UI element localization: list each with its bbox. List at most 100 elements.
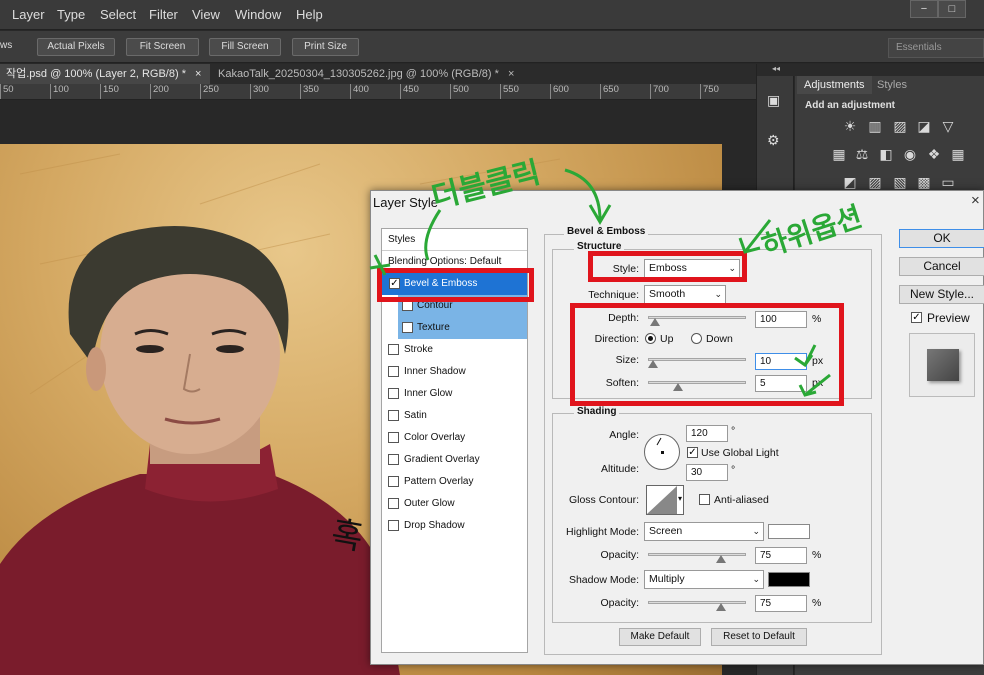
exposure-icon[interactable]: ◪ xyxy=(915,118,933,134)
anti-aliased-checkbox[interactable] xyxy=(699,494,710,505)
tab-styles[interactable]: Styles xyxy=(870,76,914,94)
tab-kakaotalk[interactable]: KakaoTalk_20250304_130305262.jpg @ 100% … xyxy=(212,64,530,84)
shadow-color-swatch[interactable] xyxy=(768,572,810,587)
new-style-button[interactable]: New Style... xyxy=(899,285,984,304)
color-overlay-checkbox[interactable] xyxy=(388,432,399,443)
menu-view[interactable]: View xyxy=(192,7,220,22)
levels-icon[interactable]: ▥ xyxy=(866,118,884,134)
style-gradient-overlay[interactable]: Gradient Overlay xyxy=(382,449,527,471)
shadow-opacity-label: Opacity: xyxy=(600,597,639,609)
style-pattern-overlay[interactable]: Pattern Overlay xyxy=(382,471,527,493)
channel-mixer-icon[interactable]: ❖ xyxy=(925,146,943,162)
menu-help[interactable]: Help xyxy=(296,7,323,22)
shadow-mode-value: Multiply xyxy=(649,573,685,585)
menu-window[interactable]: Window xyxy=(235,7,281,22)
shadow-mode-label: Shadow Mode: xyxy=(568,574,639,586)
highlight-mode-select[interactable]: Screen ⌄ xyxy=(644,522,764,541)
ruler-label: 750 xyxy=(703,84,719,95)
cancel-button[interactable]: Cancel xyxy=(899,257,984,276)
selective-color-icon[interactable]: ▩ xyxy=(915,174,933,190)
panel-heading: Add an adjustment xyxy=(805,100,896,111)
ruler-label: 450 xyxy=(403,84,419,95)
menu-select[interactable]: Select xyxy=(100,7,136,22)
angle-label: Angle: xyxy=(609,429,639,441)
style-satin[interactable]: Satin xyxy=(382,405,527,427)
make-default-button[interactable]: Make Default xyxy=(619,628,701,646)
shadow-mode-select[interactable]: Multiply ⌄ xyxy=(644,570,764,589)
angle-dial[interactable] xyxy=(644,434,680,470)
menu-bar: Layer Type Select Filter View Window Hel… xyxy=(0,0,984,30)
tab-active-document[interactable]: 작업.psd @ 100% (Layer 2, RGB/8) * × xyxy=(0,64,210,84)
style-drop-shadow[interactable]: Drop Shadow xyxy=(382,515,527,537)
style-outer-glow[interactable]: Outer Glow xyxy=(382,493,527,515)
shading-group xyxy=(552,413,872,623)
print-size-button[interactable]: Print Size xyxy=(292,38,359,56)
use-global-light-checkbox[interactable]: ✓ xyxy=(687,447,698,458)
posterize-icon[interactable]: ▨ xyxy=(866,174,884,190)
reset-default-button[interactable]: Reset to Default xyxy=(711,628,807,646)
shadow-opacity-thumb[interactable] xyxy=(716,603,726,611)
fit-screen-button[interactable]: Fit Screen xyxy=(126,38,199,56)
ruler-label: 400 xyxy=(353,84,369,95)
history-panel-icon[interactable]: ▣ xyxy=(767,92,785,110)
gradient-overlay-checkbox[interactable] xyxy=(388,454,399,465)
satin-checkbox[interactable] xyxy=(388,410,399,421)
black-white-icon[interactable]: ◧ xyxy=(877,146,895,162)
style-color-overlay[interactable]: Color Overlay xyxy=(382,427,527,449)
collapse-panels-icon[interactable]: ◂◂ xyxy=(757,64,795,76)
fill-screen-button[interactable]: Fill Screen xyxy=(209,38,281,56)
angle-input[interactable]: 120 xyxy=(686,425,728,442)
options-bar: ws Actual Pixels Fit Screen Fill Screen … xyxy=(0,31,984,63)
highlight-mode-label: Highlight Mode: xyxy=(566,526,639,538)
brightness-icon[interactable]: ☀ xyxy=(841,118,859,134)
workspace-switcher[interactable]: Essentials xyxy=(888,38,984,58)
angle-unit: ° xyxy=(731,425,736,437)
gradient-map-icon[interactable]: ▭ xyxy=(939,174,957,190)
style-item-label: Drop Shadow xyxy=(404,520,465,531)
ok-button[interactable]: OK xyxy=(899,229,984,248)
threshold-icon[interactable]: ▧ xyxy=(891,174,909,190)
tab-label: KakaoTalk_20250304_130305262.jpg @ 100% … xyxy=(218,68,499,80)
chevron-down-icon: ⌄ xyxy=(752,574,760,584)
options-partial-label: ws xyxy=(0,40,13,51)
gloss-contour-label: Gloss Contour: xyxy=(568,494,639,506)
menu-type[interactable]: Type xyxy=(57,7,85,22)
minimize-button[interactable]: − xyxy=(910,0,938,18)
curves-icon[interactable]: ▨ xyxy=(891,118,909,134)
chevron-down-icon: ▾ xyxy=(677,494,682,503)
vibrance-icon[interactable]: ▽ xyxy=(939,118,957,134)
horizontal-ruler: 50 100 150 200 250 300 350 400 450 500 5… xyxy=(0,84,756,100)
menu-filter[interactable]: Filter xyxy=(149,7,178,22)
shadow-opacity-slider[interactable] xyxy=(648,601,746,611)
highlight-color-swatch[interactable] xyxy=(768,524,810,539)
ruler-label: 550 xyxy=(503,84,519,95)
gloss-contour-picker[interactable]: ▾ xyxy=(646,485,684,515)
highlight-opacity-slider[interactable] xyxy=(648,553,746,563)
highlight-opacity-thumb[interactable] xyxy=(716,555,726,563)
dialog-close-icon[interactable]: × xyxy=(971,192,983,209)
shadow-opacity-unit: % xyxy=(812,597,822,609)
altitude-label: Altitude: xyxy=(601,463,639,475)
shadow-opacity-input[interactable]: 75 xyxy=(755,595,807,612)
photo-filter-icon[interactable]: ◉ xyxy=(901,146,919,162)
highlight-opacity-input[interactable]: 75 xyxy=(755,547,807,564)
style-item-label: Color Overlay xyxy=(404,432,466,443)
ruler-label: 100 xyxy=(53,84,69,95)
actual-pixels-button[interactable]: Actual Pixels xyxy=(37,38,115,56)
shading-title: Shading xyxy=(574,406,620,417)
preview-checkbox[interactable]: ✓ xyxy=(911,312,922,323)
ruler-label: 350 xyxy=(303,84,319,95)
tab-adjustments[interactable]: Adjustments xyxy=(797,76,872,94)
tab-close-icon[interactable]: × xyxy=(195,68,201,80)
properties-panel-icon[interactable]: ⚙ xyxy=(767,132,785,150)
pattern-overlay-checkbox[interactable] xyxy=(388,476,399,487)
color-lookup-icon[interactable]: ▦ xyxy=(949,146,967,162)
menu-layer[interactable]: Layer xyxy=(12,7,45,22)
drop-shadow-checkbox[interactable] xyxy=(388,520,399,531)
outer-glow-checkbox[interactable] xyxy=(388,498,399,509)
maximize-button[interactable]: □ xyxy=(938,0,966,18)
style-item-label: Outer Glow xyxy=(404,498,455,509)
tab-close-icon[interactable]: × xyxy=(508,68,514,80)
altitude-input[interactable]: 30 xyxy=(686,464,728,481)
use-global-light-label: Use Global Light xyxy=(701,447,779,459)
